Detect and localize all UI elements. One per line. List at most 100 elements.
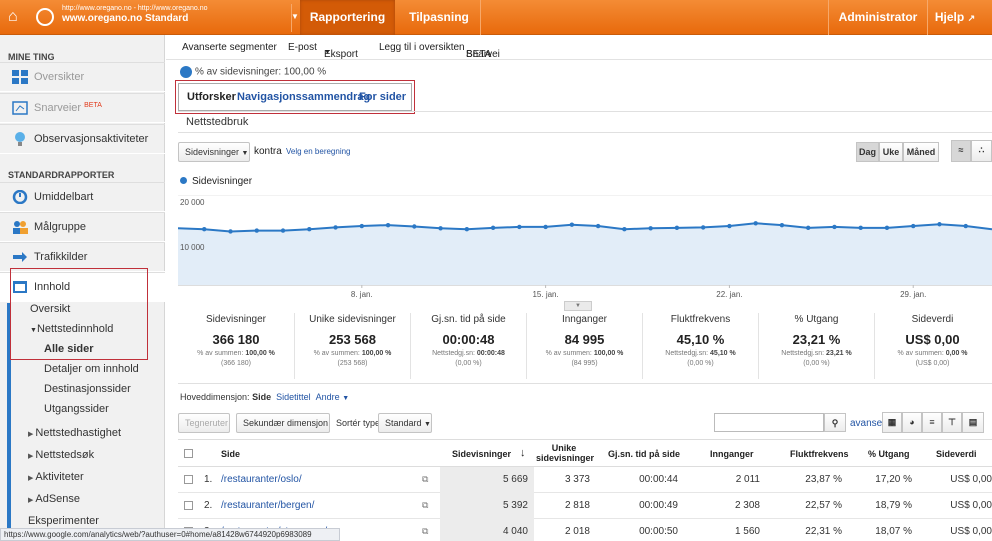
sidebar-item-malgruppe[interactable]: Målgruppe (0, 212, 165, 242)
col-innganger[interactable]: Innganger (710, 449, 754, 459)
data-point[interactable] (963, 223, 968, 229)
motion-chart-button[interactable]: ∴ (971, 140, 992, 162)
data-point[interactable] (517, 224, 522, 230)
metric-select[interactable]: Sidevisninger ▼ (178, 142, 250, 162)
sidebar-sub-destinasjonssider[interactable]: Destinasjonssider (44, 383, 131, 395)
data-point[interactable] (228, 229, 233, 234)
sidebar-sub-nettstedhastighet[interactable]: ▶ Nettstedhastighet (28, 427, 121, 439)
line-chart-button[interactable]: ≈ (951, 140, 971, 162)
data-point[interactable] (280, 228, 286, 233)
data-point[interactable] (569, 222, 575, 227)
metric-sub1: Nettstedgj.sn: 23,21 % (781, 350, 852, 357)
sidebar-sub-nettstedsok[interactable]: ▶ Nettstedsøk (28, 449, 94, 461)
data-point[interactable] (700, 225, 706, 230)
collapse-chart-handle[interactable]: ▼ (564, 301, 592, 311)
sidebar-item-snarveier[interactable]: Snarveier BETA (0, 93, 165, 123)
data-point[interactable] (779, 222, 785, 228)
sidebar-item-observasjon[interactable]: Observasjonsaktiviteter (0, 124, 165, 154)
data-point[interactable] (307, 227, 312, 232)
metric-sub2: (US$ 0,00) (915, 360, 950, 367)
data-point[interactable] (464, 227, 470, 232)
email-button[interactable]: E-post (288, 42, 317, 53)
data-point[interactable] (359, 223, 365, 229)
line-chart-icon: ≈ (958, 145, 964, 155)
col-sidevisninger[interactable]: Sidevisninger (452, 449, 511, 459)
data-point[interactable] (911, 223, 916, 229)
col-utgang[interactable]: % Utgang (868, 449, 910, 459)
select-all-checkbox[interactable] (184, 449, 193, 458)
data-point[interactable] (595, 223, 601, 229)
col-tid[interactable]: Gj.sn. tid på side (608, 449, 680, 459)
account-url: http://www.oregano.no - http://www.orega… (62, 5, 208, 12)
data-point[interactable] (805, 225, 811, 231)
help-link[interactable]: Hjelp ↗ (930, 0, 980, 35)
data-point[interactable] (937, 222, 942, 227)
sidebar-item-umiddelbart[interactable]: Umiddelbart (0, 182, 165, 212)
dimension-andre[interactable]: Andre ▼ (316, 392, 349, 402)
view-performance-button[interactable]: ≡ (922, 412, 942, 433)
col-unike[interactable]: Unike sidevisninger (536, 443, 594, 463)
data-point[interactable] (622, 227, 627, 232)
table-row[interactable]: 1. /restauranter/oslo/ ⧉ 5 669 3 373 00:00:44… (178, 467, 992, 493)
dimension-side[interactable]: Side (252, 392, 271, 402)
sort-type-select[interactable]: Standard ▼ (378, 413, 432, 433)
advanced-segments-button[interactable]: Avanserte segmenter (182, 42, 277, 53)
row-checkbox[interactable] (184, 475, 193, 484)
cell-unike: 2 818 (564, 500, 590, 511)
dimension-sidetittel[interactable]: Sidetittel (276, 392, 311, 402)
home-icon[interactable]: ⌂ (8, 8, 26, 26)
period-maned-button[interactable]: Måned (903, 142, 939, 162)
col-fluktfrekvens[interactable]: Fluktfrekvens (790, 449, 849, 459)
chart-area-fill (178, 223, 992, 285)
data-point[interactable] (385, 222, 391, 228)
add-to-dashboard-button[interactable]: Legg til i oversikten (379, 42, 465, 53)
sidebar-sub-eksperimenter[interactable]: Eksperimenter (28, 515, 99, 527)
sidebar-item-oversikter[interactable]: Oversikter (0, 62, 165, 92)
data-point[interactable] (648, 226, 653, 231)
table-search-input[interactable] (714, 413, 824, 432)
row-checkbox[interactable] (184, 501, 193, 510)
secondary-dimension-select[interactable]: Sekundær dimensjon ▼ (236, 413, 330, 446)
chevron-down-icon[interactable]: ▼ (291, 12, 299, 21)
col-side[interactable]: Side (221, 449, 240, 459)
page-link[interactable]: /restauranter/oslo/ (221, 474, 302, 485)
view-pie-button[interactable]: ◕ (902, 412, 922, 433)
metric-sub2: (84 995) (571, 360, 598, 367)
data-point[interactable] (753, 221, 758, 226)
sidebar-sub-utgangssider[interactable]: Utgangssider (44, 403, 109, 415)
open-page-icon[interactable]: ⧉ (422, 474, 428, 485)
data-point[interactable] (333, 225, 338, 230)
data-point[interactable] (727, 223, 732, 229)
tab-rapportering[interactable]: Rapportering (300, 0, 395, 35)
data-point[interactable] (412, 224, 417, 229)
admin-link[interactable]: Administrator (830, 0, 926, 35)
globe-icon[interactable] (36, 8, 54, 26)
data-point[interactable] (438, 226, 443, 231)
data-point[interactable] (254, 228, 259, 233)
data-point[interactable] (490, 225, 496, 231)
open-page-icon[interactable]: ⧉ (422, 526, 428, 537)
view-pivot-button[interactable]: ▤ (962, 412, 984, 433)
open-page-icon[interactable]: ⧉ (422, 500, 428, 511)
sidebar-sub-aktiviteter[interactable]: ▶ Aktiviteter (28, 471, 84, 483)
tab-tilpasning[interactable]: Tilpasning (398, 0, 480, 35)
data-point[interactable] (202, 227, 207, 232)
period-dag-button[interactable]: Dag (856, 142, 879, 162)
data-point[interactable] (858, 225, 863, 231)
sidebar-sub-adsense[interactable]: ▶ AdSense (28, 493, 80, 505)
data-point[interactable] (543, 224, 548, 230)
col-sideverdi[interactable]: Sideverdi (936, 449, 977, 459)
plot-rows-button[interactable]: Tegneruter (178, 413, 230, 433)
view-comparison-button[interactable]: ⊤ (942, 412, 962, 433)
data-point[interactable] (884, 225, 890, 231)
choose-metric-link[interactable]: Velg en beregning (286, 147, 351, 156)
search-button[interactable]: ⚲ (824, 413, 846, 432)
table-row[interactable]: 2. /restauranter/bergen/ ⧉ 5 392 2 818 00:00:… (178, 493, 992, 519)
data-point[interactable] (832, 224, 837, 230)
data-point[interactable] (674, 225, 680, 231)
page-link[interactable]: /restauranter/bergen/ (221, 500, 314, 511)
period-uke-button[interactable]: Uke (879, 142, 903, 162)
sidebar-sub-detaljer[interactable]: Detaljer om innhold (44, 363, 139, 375)
account-selector[interactable]: http://www.oregano.no - http://www.orega… (62, 4, 292, 32)
view-table-button[interactable]: ▦ (882, 412, 902, 433)
